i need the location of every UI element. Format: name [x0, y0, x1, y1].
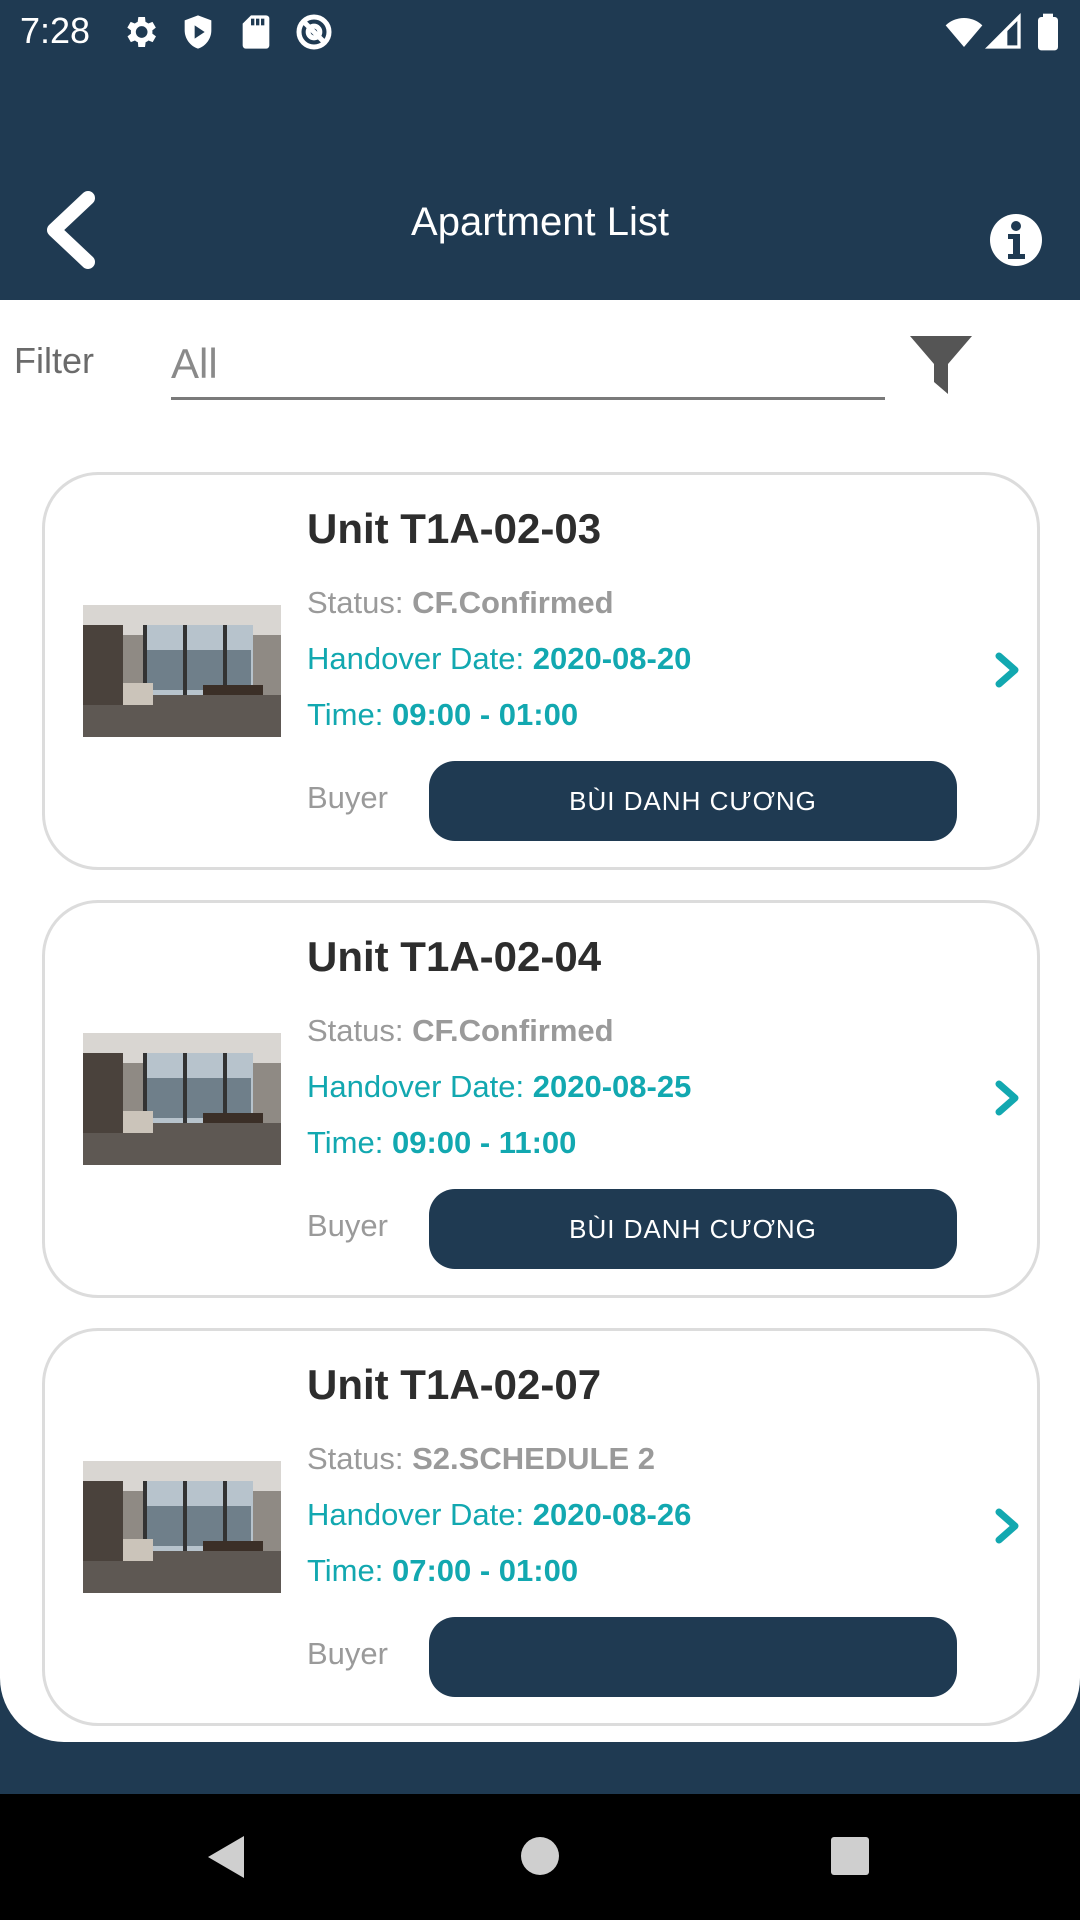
- funnel-icon: [910, 336, 972, 394]
- home-circle-icon[interactable]: [520, 1836, 560, 1876]
- content-sheet: Filter Unit T1A-02-03 Status: CF.Con: [0, 300, 1080, 1742]
- status-value: CF.Confirmed: [412, 1013, 614, 1048]
- recents-square-icon[interactable]: [830, 1836, 870, 1876]
- time-value: 09:00 - 11:00: [391, 1125, 577, 1160]
- buyer-button[interactable]: [429, 1617, 957, 1697]
- handover-line: Handover Date: 2020-08-20: [307, 641, 692, 676]
- back-triangle-icon[interactable]: [204, 1834, 250, 1880]
- info-button[interactable]: [988, 212, 1044, 268]
- page-title: Apartment List: [411, 200, 669, 244]
- apartment-photo: [83, 605, 281, 737]
- apartment-photo: [83, 1033, 281, 1165]
- filter-input[interactable]: [171, 330, 885, 400]
- unit-name: Unit T1A-02-04: [307, 933, 602, 980]
- buyer-label: Buyer: [307, 1636, 388, 1671]
- handover-value: 2020-08-25: [532, 1069, 692, 1104]
- chevron-right-icon[interactable]: [989, 1506, 1025, 1546]
- time-line: Time: 07:00 - 01:00: [307, 1553, 579, 1588]
- handover-value: 2020-08-20: [532, 641, 692, 676]
- time-line: Time: 09:00 - 01:00: [307, 697, 579, 732]
- app-bar: [0, 64, 1080, 300]
- chevron-right-icon[interactable]: [989, 1078, 1025, 1118]
- apartment-photo: [83, 1461, 281, 1593]
- buyer-button[interactable]: BÙI DANH CƯƠNG: [429, 1189, 957, 1269]
- signal-icon: [984, 12, 1021, 49]
- handover-line: Handover Date: 2020-08-26: [307, 1497, 692, 1532]
- status-line: Status: CF.Confirmed: [307, 585, 614, 620]
- status-line: Status: CF.Confirmed: [307, 1013, 614, 1048]
- handover-line: Handover Date: 2020-08-25: [307, 1069, 692, 1104]
- shield-icon: [184, 15, 212, 49]
- time-value: 07:00 - 01:00: [391, 1553, 579, 1588]
- status-time: 7:28: [20, 10, 91, 51]
- apartment-card[interactable]: Unit T1A-02-04 Status: CF.Confirmed Hand…: [42, 900, 1040, 1298]
- status-line: Status: S2.SCHEDULE 2: [307, 1441, 656, 1476]
- apartment-card[interactable]: Unit T1A-02-07 Status: S2.SCHEDULE 2 Han…: [42, 1328, 1040, 1726]
- buyer-button[interactable]: BÙI DANH CƯƠNG: [429, 761, 957, 841]
- status-value: S2.SCHEDULE 2: [412, 1441, 656, 1476]
- chevron-right-icon[interactable]: [989, 650, 1025, 690]
- unit-name: Unit T1A-02-03: [307, 505, 602, 552]
- gear-icon: [127, 17, 156, 47]
- time-line: Time: 09:00 - 11:00: [307, 1125, 577, 1160]
- info-icon: [990, 214, 1042, 266]
- buyer-label: Buyer: [307, 1208, 388, 1243]
- filter-button[interactable]: [908, 332, 974, 398]
- unit-name: Unit T1A-02-07: [307, 1361, 602, 1408]
- system-nav-bar: [0, 1794, 1080, 1920]
- status-bar: 7:28: [0, 0, 1080, 64]
- status-value: CF.Confirmed: [412, 585, 614, 620]
- sd-card-icon: [242, 15, 270, 49]
- buyer-label: Buyer: [307, 780, 388, 815]
- filter-label: Filter: [14, 340, 94, 381]
- battery-icon: [1038, 13, 1058, 51]
- handover-value: 2020-08-26: [532, 1497, 692, 1532]
- wifi-icon: [945, 18, 983, 47]
- apartment-card[interactable]: Unit T1A-02-03 Status: CF.Confirmed Hand…: [42, 472, 1040, 870]
- time-value: 09:00 - 01:00: [391, 697, 579, 732]
- at-sign-icon: [296, 14, 332, 50]
